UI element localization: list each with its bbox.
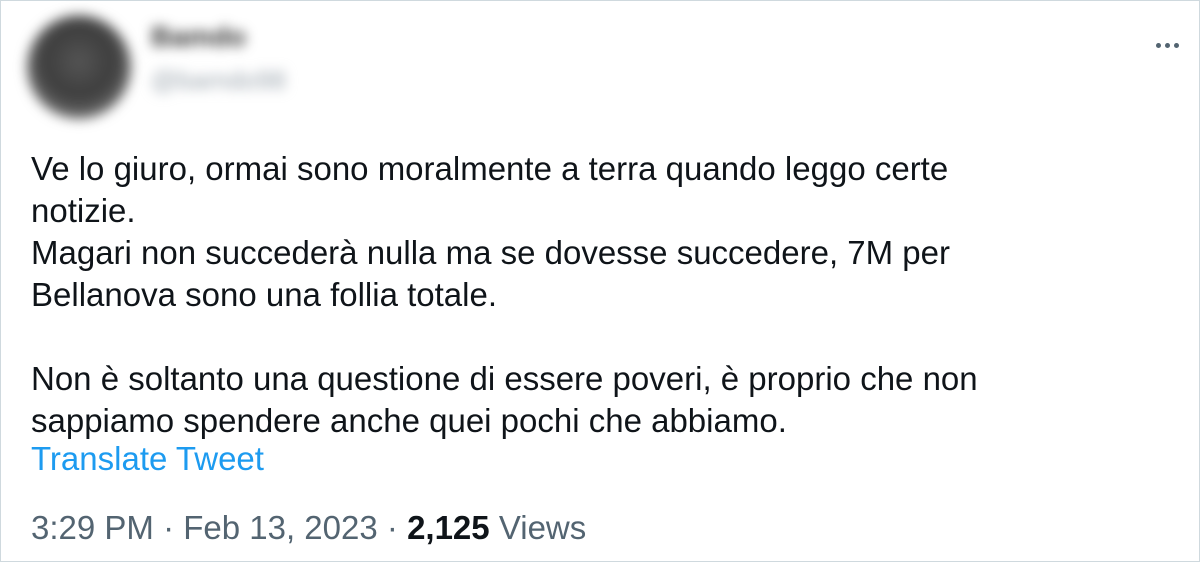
- tweet-line: notizie.: [31, 192, 136, 229]
- author-display-name[interactable]: Bamdo: [151, 21, 246, 53]
- tweet-line: Bellanova sono una follia totale.: [31, 276, 497, 313]
- tweet-line: sappiamo spendere anche quei pochi che a…: [31, 402, 787, 439]
- tweet-time[interactable]: 3:29 PM: [31, 509, 154, 546]
- views-count[interactable]: 2,125: [407, 509, 490, 546]
- meta-separator: ·: [377, 509, 408, 546]
- meta-separator: ·: [153, 509, 184, 546]
- tweet-line: Magari non succederà nulla ma se dovesse…: [31, 234, 950, 271]
- tweet-date[interactable]: Feb 13, 2023: [183, 509, 378, 546]
- tweet-line: Non è soltanto una questione di essere p…: [31, 360, 978, 397]
- avatar[interactable]: [27, 15, 131, 119]
- more-horizontal-icon: [1155, 42, 1161, 48]
- more-horizontal-icon-dot-3: [1173, 42, 1179, 48]
- more-horizontal-icon-dot-2: [1164, 42, 1170, 48]
- views-label[interactable]: Views: [499, 509, 586, 546]
- tweet-text: Ve lo giuro, ormai sono moralmente a ter…: [31, 148, 1171, 442]
- author-handle[interactable]: @bamdo98: [151, 65, 286, 96]
- translate-tweet-link[interactable]: Translate Tweet: [31, 438, 264, 480]
- more-options-button[interactable]: [1143, 25, 1191, 65]
- tweet-card: Bamdo @bamdo98 Ve lo giuro, ormai sono m…: [0, 0, 1200, 562]
- tweet-line: Ve lo giuro, ormai sono moralmente a ter…: [31, 150, 949, 187]
- tweet-metadata: 3:29 PM · Feb 13, 2023 · 2,125 Views: [31, 506, 586, 550]
